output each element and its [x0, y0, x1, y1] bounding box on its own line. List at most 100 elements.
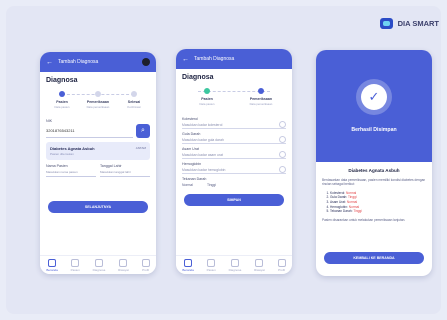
step-dot-icon: [258, 88, 264, 94]
step-sub: Data pemeriksaan: [86, 105, 110, 109]
hero-title: Berhasil Disimpan: [351, 127, 397, 133]
bottom-nav: Beranda Pasien Diagnosa Riwayat Profil: [176, 255, 292, 274]
back-home-button[interactable]: KEMBALI KE BERANDA: [324, 252, 424, 264]
home-icon: [184, 258, 193, 267]
brand: DIA SMART: [379, 18, 439, 29]
save-button[interactable]: SIMPAN: [184, 194, 284, 206]
nav-label: Riwayat: [118, 267, 129, 272]
step-dot-icon: [204, 88, 210, 94]
nav-label: Beranda: [182, 267, 194, 272]
nav-label: Diagnosa: [92, 267, 106, 272]
search-label: NIK: [46, 119, 52, 123]
step-label: Selesai: [127, 100, 141, 104]
back-arrow-icon[interactable]: ←: [46, 59, 53, 66]
nav-label: Pasien: [206, 267, 216, 272]
field-cholesterol[interactable]: Kolesterol Masukkan kadar kolesterol: [182, 117, 286, 129]
result-title: Diabetes Agnata Asbuh: [50, 146, 95, 151]
step-dot-icon: [131, 91, 137, 97]
stepper: Pasien Data pasien Pemeriksaan Data peme…: [176, 84, 292, 106]
nav-diagnosis[interactable]: Diagnosa: [92, 258, 106, 272]
diagnosis-icon: [94, 258, 103, 267]
nav-label: Diagnosa: [228, 267, 242, 272]
step-label: Pasien: [201, 97, 213, 101]
step-sub: Data pasien: [54, 105, 70, 109]
page-title: Diagnosa: [46, 77, 78, 84]
field-input[interactable]: Masukkan kadar asam urat: [182, 151, 286, 159]
field-blood-sugar[interactable]: Gula Darah Masukkan kadar gula darah: [182, 132, 286, 144]
topbar-title: Tambah Diagnosa: [194, 56, 235, 62]
field-input[interactable]: Masukkan kadar gula darah: [182, 136, 286, 144]
step-sub: Konfirmasi: [127, 105, 141, 109]
stepper: Pasien Data pasien Pemeriksaan Data peme…: [40, 87, 156, 109]
step-label: Pemeriksaan: [86, 100, 110, 104]
topbar-title: Tambah Diagnosa: [58, 59, 99, 65]
name-field[interactable]: Masukkan nama pasien: [46, 168, 96, 177]
brand-name: DIA SMART: [397, 19, 439, 28]
page-title: Diagnosa: [182, 74, 214, 81]
result-right: ANTAM: [135, 146, 146, 150]
step-patient: Pasien Data pasien: [189, 88, 225, 106]
patient-icon: [207, 258, 216, 267]
search-result[interactable]: Diabetes Agnata Asbuh Pasien ditemukan A…: [46, 142, 150, 160]
nav-history[interactable]: Riwayat: [118, 258, 129, 272]
nav-patient[interactable]: Pasien: [206, 258, 216, 272]
radio-high[interactable]: Tinggi: [207, 183, 216, 187]
search-icon: ⌕: [141, 127, 145, 134]
nav-label: Beranda: [46, 267, 58, 272]
radio-normal[interactable]: Normal: [182, 183, 193, 187]
topbar: ← Tambah Diagnosa: [176, 49, 292, 69]
avatar[interactable]: [142, 58, 150, 66]
nav-diagnosis[interactable]: Diagnosa: [228, 258, 242, 272]
profile-icon: [141, 258, 150, 267]
phone-screen-search: ← Tambah Diagnosa Diagnosa Pasien Data p…: [40, 52, 156, 274]
check-icon: ✓: [361, 84, 387, 110]
success-hero: ✓ Berhasil Disimpan: [316, 50, 432, 162]
diagnosis-icon: [230, 258, 239, 267]
step-label: Pemeriksaan: [249, 97, 273, 101]
search-button[interactable]: ⌕: [136, 124, 150, 138]
step-sub: Data pasien: [199, 102, 215, 106]
advice-text: Pasien disarankan untuk melakukan pemeri…: [322, 217, 406, 222]
step-sub: Data pemeriksaan: [249, 102, 273, 106]
bottom-nav: Beranda Pasien Diagnosa Riwayat Profil: [40, 255, 156, 274]
check-icon: [279, 151, 286, 158]
nav-label: Riwayat: [254, 267, 265, 272]
result-description: Berdasarkan data pemeriksaan, pasien mem…: [322, 178, 426, 187]
result-list: Kolesterol: Normal Gula Darah: Tinggi As…: [322, 191, 426, 214]
result-sub: Pasien ditemukan: [50, 152, 74, 156]
step-label: Pasien: [56, 100, 68, 104]
step-dot-icon: [95, 91, 101, 97]
nav-profile[interactable]: Profil: [277, 258, 286, 272]
field-hemoglobin[interactable]: Hemoglobin Masukkan kadar hemoglobin: [182, 162, 286, 174]
nav-history[interactable]: Riwayat: [254, 258, 265, 272]
dob-field[interactable]: Masukkan tanggal lahir: [100, 168, 150, 177]
check-icon: [279, 136, 286, 143]
step-dot-icon: [59, 91, 65, 97]
canvas: DIA SMART ← Tambah Diagnosa Diagnosa Pas…: [0, 0, 447, 320]
nav-profile[interactable]: Profil: [141, 258, 150, 272]
search-input[interactable]: 3201876543211: [46, 125, 133, 138]
nav-label: Pasien: [70, 267, 80, 272]
nav-patient[interactable]: Pasien: [70, 258, 80, 272]
back-arrow-icon[interactable]: ←: [182, 56, 189, 63]
result-heading: Diabetes Agnata Asbuh: [348, 168, 400, 173]
next-button[interactable]: SELANJUTNYA: [48, 201, 148, 213]
patient-icon: [71, 258, 80, 267]
check-icon: [279, 166, 286, 173]
field-input[interactable]: Masukkan kadar hemoglobin: [182, 166, 286, 174]
step-done: Selesai Konfirmasi: [116, 91, 152, 109]
phone-screen-success: ✓ Berhasil Disimpan Diabetes Agnata Asbu…: [316, 50, 432, 276]
check-icon: [279, 121, 286, 128]
field-label: Tekanan Darah: [182, 177, 207, 181]
profile-icon: [277, 258, 286, 267]
history-icon: [255, 258, 264, 267]
nav-home[interactable]: Beranda: [182, 258, 194, 272]
field-input[interactable]: Masukkan kadar kolesterol: [182, 121, 286, 129]
step-exam: Pemeriksaan Data pemeriksaan: [80, 91, 116, 109]
nav-label: Profil: [278, 267, 285, 272]
nav-home[interactable]: Beranda: [46, 258, 58, 272]
list-item: Tekanan Darah: Tinggi: [330, 209, 426, 214]
field-uric-acid[interactable]: Asam Urat Masukkan kadar asam urat: [182, 147, 286, 159]
history-icon: [119, 258, 128, 267]
topbar: ← Tambah Diagnosa: [40, 52, 156, 72]
